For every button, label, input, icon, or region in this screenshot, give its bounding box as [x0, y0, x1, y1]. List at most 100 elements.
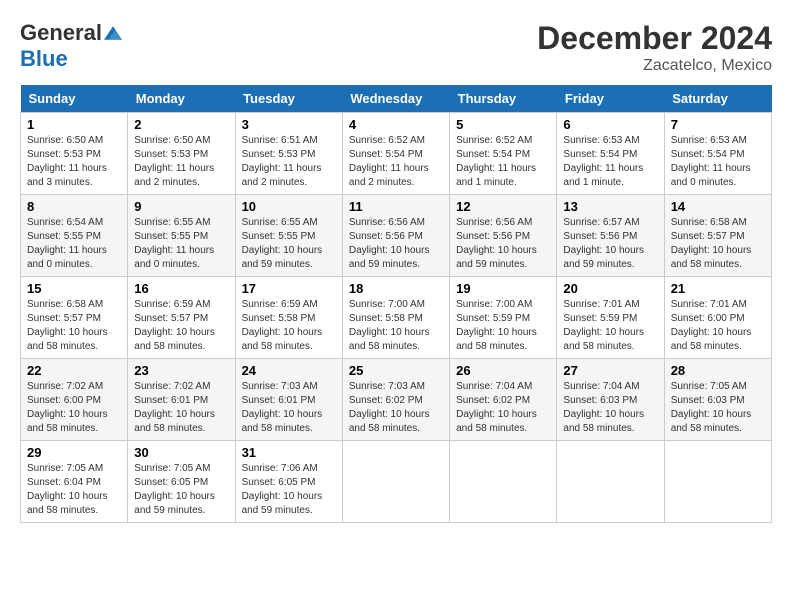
day-info: Sunrise: 7:00 AMSunset: 5:58 PMDaylight:…	[349, 298, 443, 354]
day-cell-23: 23 Sunrise: 7:02 AMSunset: 6:01 PMDayligh…	[128, 359, 235, 441]
day-number: 23	[134, 363, 228, 378]
day-number: 27	[563, 363, 657, 378]
day-cell-2: 2 Sunrise: 6:50 AMSunset: 5:53 PMDaylight…	[128, 113, 235, 195]
weekday-header-sunday: Sunday	[21, 85, 128, 113]
day-info: Sunrise: 7:02 AMSunset: 6:01 PMDaylight:…	[134, 380, 228, 436]
day-number: 2	[134, 117, 228, 132]
day-cell-8: 8 Sunrise: 6:54 AMSunset: 5:55 PMDaylight…	[21, 195, 128, 277]
day-number: 4	[349, 117, 443, 132]
day-info: Sunrise: 7:00 AMSunset: 5:59 PMDaylight:…	[456, 298, 550, 354]
day-cell-4: 4 Sunrise: 6:52 AMSunset: 5:54 PMDaylight…	[342, 113, 449, 195]
day-info: Sunrise: 6:54 AMSunset: 5:55 PMDaylight:…	[27, 216, 121, 272]
day-info: Sunrise: 7:03 AMSunset: 6:02 PMDaylight:…	[349, 380, 443, 436]
day-cell-24: 24 Sunrise: 7:03 AMSunset: 6:01 PMDayligh…	[235, 359, 342, 441]
day-info: Sunrise: 6:55 AMSunset: 5:55 PMDaylight:…	[134, 216, 228, 272]
location-title: Zacatelco, Mexico	[537, 57, 772, 75]
day-cell-18: 18 Sunrise: 7:00 AMSunset: 5:58 PMDayligh…	[342, 277, 449, 359]
day-info: Sunrise: 6:52 AMSunset: 5:54 PMDaylight:…	[456, 134, 550, 190]
day-cell-15: 15Sunrise: 6:58 AMSunset: 5:57 PMDayligh…	[21, 277, 128, 359]
day-cell-7: 7 Sunrise: 6:53 AMSunset: 5:54 PMDaylight…	[664, 113, 771, 195]
day-number: 9	[134, 199, 228, 214]
day-cell-1: 1Sunrise: 6:50 AMSunset: 5:53 PMDaylight…	[21, 113, 128, 195]
day-number: 18	[349, 281, 443, 296]
day-info: Sunrise: 6:52 AMSunset: 5:54 PMDaylight:…	[349, 134, 443, 190]
week-row-5: 29 Sunrise: 7:05 AMSunset: 6:04 PMDayligh…	[21, 441, 772, 523]
day-number: 30	[134, 445, 228, 460]
day-cell-29: 29 Sunrise: 7:05 AMSunset: 6:04 PMDayligh…	[21, 441, 128, 523]
day-cell-28: 28Sunrise: 7:05 AMSunset: 6:03 PMDayligh…	[664, 359, 771, 441]
day-cell-14: 14Sunrise: 6:58 AMSunset: 5:57 PMDayligh…	[664, 195, 771, 277]
day-cell-3: 3Sunrise: 6:51 AMSunset: 5:53 PMDaylight…	[235, 113, 342, 195]
day-number: 1	[27, 117, 121, 132]
day-info: Sunrise: 6:59 AMSunset: 5:58 PMDaylight:…	[242, 298, 336, 354]
day-info: Sunrise: 7:05 AMSunset: 6:05 PMDaylight:…	[134, 462, 228, 518]
day-number: 14	[671, 199, 765, 214]
day-cell-21: 21Sunrise: 7:01 AMSunset: 6:00 PMDayligh…	[664, 277, 771, 359]
day-number: 24	[242, 363, 336, 378]
empty-cell	[557, 441, 664, 523]
title-section: December 2024 Zacatelco, Mexico	[537, 20, 772, 75]
month-title: December 2024	[537, 20, 772, 57]
day-cell-10: 10Sunrise: 6:55 AMSunset: 5:55 PMDayligh…	[235, 195, 342, 277]
day-number: 10	[242, 199, 336, 214]
day-number: 7	[671, 117, 765, 132]
day-info: Sunrise: 6:57 AMSunset: 5:56 PMDaylight:…	[563, 216, 657, 272]
day-cell-16: 16Sunrise: 6:59 AMSunset: 5:57 PMDayligh…	[128, 277, 235, 359]
day-cell-30: 30 Sunrise: 7:05 AMSunset: 6:05 PMDayligh…	[128, 441, 235, 523]
day-info: Sunrise: 6:53 AMSunset: 5:54 PMDaylight:…	[671, 134, 765, 190]
day-number: 29	[27, 445, 121, 460]
week-row-2: 8 Sunrise: 6:54 AMSunset: 5:55 PMDaylight…	[21, 195, 772, 277]
day-number: 12	[456, 199, 550, 214]
logo-general: General	[20, 20, 102, 46]
empty-cell	[342, 441, 449, 523]
day-cell-31: 31Sunrise: 7:06 AMSunset: 6:05 PMDayligh…	[235, 441, 342, 523]
day-info: Sunrise: 6:58 AMSunset: 5:57 PMDaylight:…	[27, 298, 121, 354]
day-cell-25: 25 Sunrise: 7:03 AMSunset: 6:02 PMDayligh…	[342, 359, 449, 441]
logo-blue: Blue	[20, 46, 68, 71]
day-cell-6: 6Sunrise: 6:53 AMSunset: 5:54 PMDaylight…	[557, 113, 664, 195]
logo: General Blue	[20, 20, 122, 72]
day-number: 3	[242, 117, 336, 132]
week-row-1: 1 Sunrise: 6:50 AMSunset: 5:53 PMDaylight…	[21, 113, 772, 195]
day-info: Sunrise: 6:56 AMSunset: 5:56 PMDaylight:…	[349, 216, 443, 272]
empty-cell	[450, 441, 557, 523]
logo-icon	[104, 24, 122, 42]
day-info: Sunrise: 7:05 AMSunset: 6:04 PMDaylight:…	[27, 462, 121, 518]
day-info: Sunrise: 6:59 AMSunset: 5:57 PMDaylight:…	[134, 298, 228, 354]
day-info: Sunrise: 7:03 AMSunset: 6:01 PMDaylight:…	[242, 380, 336, 436]
day-number: 21	[671, 281, 765, 296]
day-number: 17	[242, 281, 336, 296]
day-cell-20: 20Sunrise: 7:01 AMSunset: 5:59 PMDayligh…	[557, 277, 664, 359]
empty-cell	[664, 441, 771, 523]
weekday-header-row: SundayMondayTuesdayWednesdayThursdayFrid…	[21, 85, 772, 113]
day-info: Sunrise: 6:56 AMSunset: 5:56 PMDaylight:…	[456, 216, 550, 272]
day-cell-26: 26Sunrise: 7:04 AMSunset: 6:02 PMDayligh…	[450, 359, 557, 441]
day-info: Sunrise: 6:50 AMSunset: 5:53 PMDaylight:…	[134, 134, 228, 190]
day-info: Sunrise: 7:04 AMSunset: 6:03 PMDaylight:…	[563, 380, 657, 436]
day-info: Sunrise: 7:04 AMSunset: 6:02 PMDaylight:…	[456, 380, 550, 436]
day-cell-17: 17 Sunrise: 6:59 AMSunset: 5:58 PMDayligh…	[235, 277, 342, 359]
day-number: 25	[349, 363, 443, 378]
day-number: 8	[27, 199, 121, 214]
day-cell-12: 12 Sunrise: 6:56 AMSunset: 5:56 PMDayligh…	[450, 195, 557, 277]
day-cell-11: 11Sunrise: 6:56 AMSunset: 5:56 PMDayligh…	[342, 195, 449, 277]
day-number: 6	[563, 117, 657, 132]
weekday-header-friday: Friday	[557, 85, 664, 113]
day-cell-22: 22 Sunrise: 7:02 AMSunset: 6:00 PMDayligh…	[21, 359, 128, 441]
week-row-4: 22 Sunrise: 7:02 AMSunset: 6:00 PMDayligh…	[21, 359, 772, 441]
weekday-header-wednesday: Wednesday	[342, 85, 449, 113]
weekday-header-thursday: Thursday	[450, 85, 557, 113]
day-info: Sunrise: 7:06 AMSunset: 6:05 PMDaylight:…	[242, 462, 336, 518]
week-row-3: 15Sunrise: 6:58 AMSunset: 5:57 PMDayligh…	[21, 277, 772, 359]
calendar-table: SundayMondayTuesdayWednesdayThursdayFrid…	[20, 85, 772, 523]
day-number: 19	[456, 281, 550, 296]
day-cell-19: 19 Sunrise: 7:00 AMSunset: 5:59 PMDayligh…	[450, 277, 557, 359]
day-number: 5	[456, 117, 550, 132]
day-number: 22	[27, 363, 121, 378]
day-number: 28	[671, 363, 765, 378]
day-info: Sunrise: 7:02 AMSunset: 6:00 PMDaylight:…	[27, 380, 121, 436]
day-number: 13	[563, 199, 657, 214]
day-cell-13: 13 Sunrise: 6:57 AMSunset: 5:56 PMDayligh…	[557, 195, 664, 277]
weekday-header-tuesday: Tuesday	[235, 85, 342, 113]
header: General Blue December 2024 Zacatelco, Me…	[20, 20, 772, 75]
